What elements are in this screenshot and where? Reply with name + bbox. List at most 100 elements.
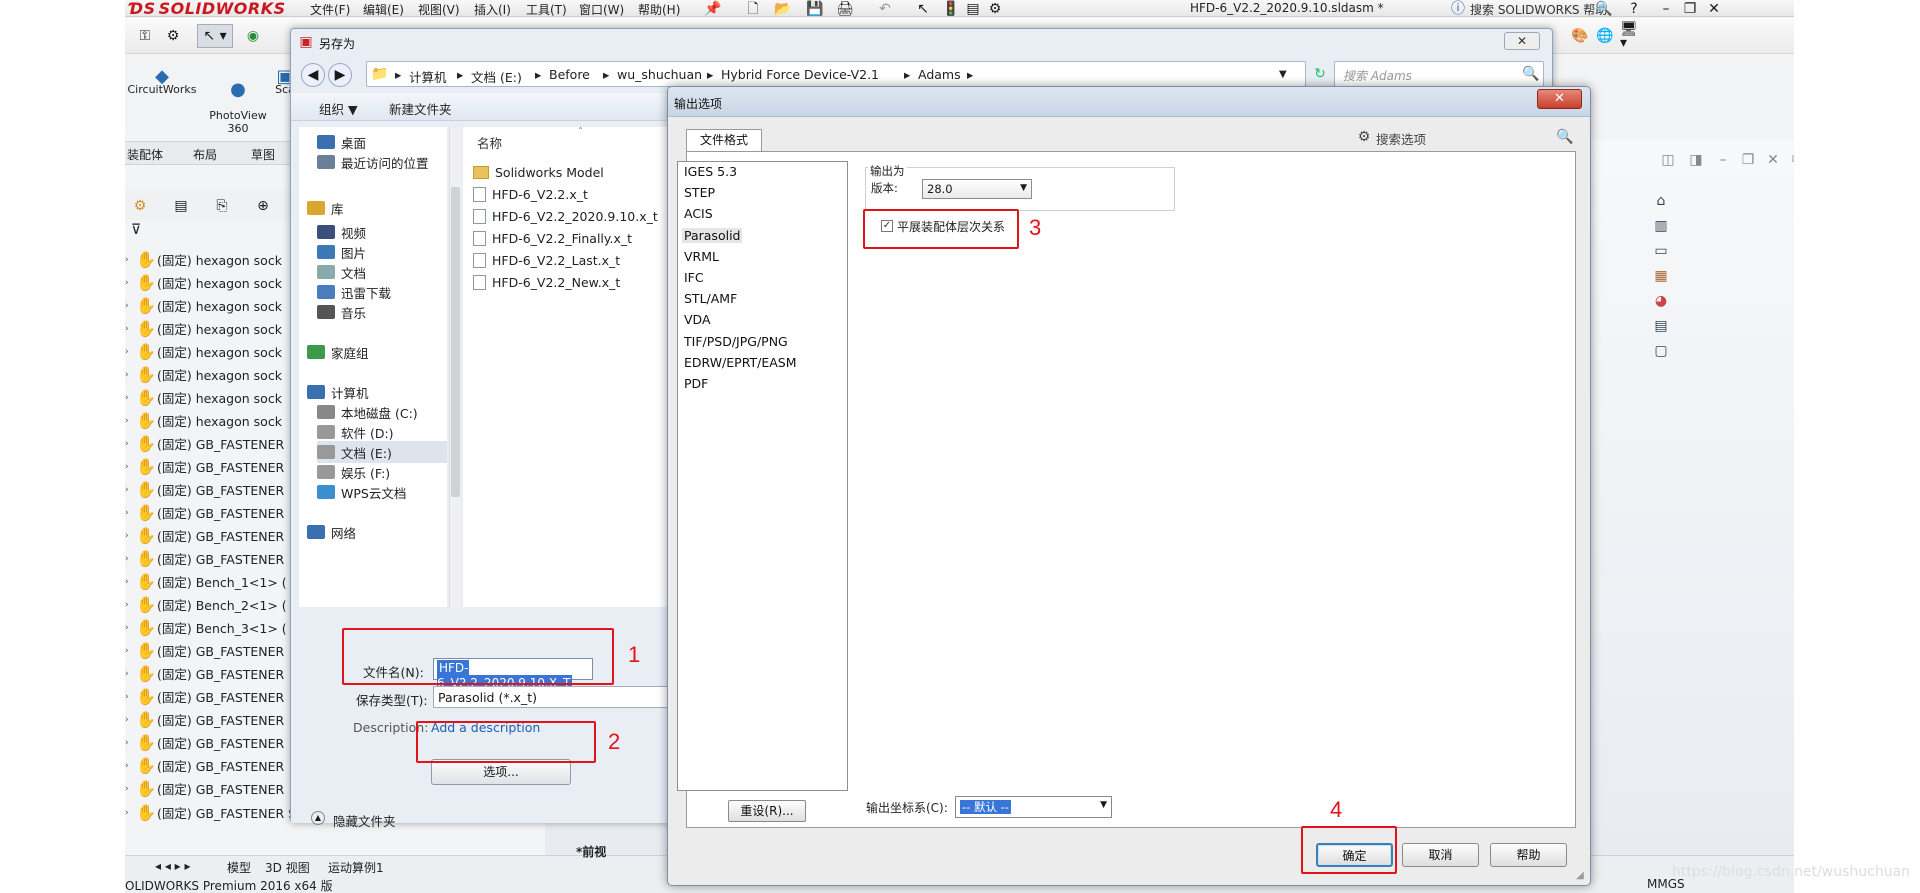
tree-item[interactable]: › ✋ (固定) GB_FASTENER	[125, 731, 295, 754]
appearances-icon[interactable]: ◕	[1650, 290, 1672, 312]
breadcrumb-computer[interactable]: 计算机	[409, 67, 447, 86]
expand-arrow-icon[interactable]: ›	[125, 416, 135, 426]
tree-item[interactable]: › ✋ (固定) GB_FASTENER	[125, 478, 295, 501]
tab-model[interactable]: 模型	[227, 859, 251, 876]
expand-arrow-icon[interactable]: ›	[125, 808, 135, 818]
expand-arrow-icon[interactable]: ›	[125, 715, 135, 725]
tree-item[interactable]: › ✋ (固定) GB_FASTENER	[125, 777, 295, 800]
expand-arrow-icon[interactable]: ›	[125, 646, 135, 656]
format-item[interactable]: ACIS	[684, 206, 713, 221]
expand-arrow-icon[interactable]: ›	[125, 324, 135, 334]
custom-properties-icon[interactable]: ▤	[1650, 315, 1672, 337]
tree-item[interactable]: › ✋ (固定) Bench_3<1> (	[125, 616, 295, 639]
search-options[interactable]: ⚙ 搜索选项 🔍	[1356, 127, 1576, 149]
close-button[interactable]: ✕	[1537, 89, 1582, 109]
view-palette-icon[interactable]: ▦	[1650, 265, 1672, 287]
expand-arrow-icon[interactable]: ›	[125, 761, 135, 771]
nav-item[interactable]: 桌面	[317, 131, 366, 153]
tree-item[interactable]: › ✋ (固定) GB_FASTENER	[125, 547, 295, 570]
expand-arrow-icon[interactable]: ›	[125, 347, 135, 357]
format-item[interactable]: STL/AMF	[684, 291, 737, 306]
restore-doc-icon[interactable]: ❐	[1740, 152, 1756, 168]
nav-item[interactable]: 最近访问的位置	[317, 151, 429, 173]
tree-item[interactable]: › ✋ (固定) hexagon sock	[125, 340, 295, 363]
expand-arrow-icon[interactable]: ›	[125, 370, 135, 380]
nav-scroll-thumb[interactable]	[451, 187, 460, 497]
format-item[interactable]: STEP	[684, 185, 715, 200]
expand-arrow-icon[interactable]: ›	[125, 669, 135, 679]
file-list-item[interactable]: HFD-6_V2.2.x_t	[473, 183, 588, 205]
coord-system-select[interactable]: -- 默认 -- ▼	[955, 796, 1112, 818]
close-icon[interactable]: ✕	[1705, 0, 1723, 17]
expand-arrow-icon[interactable]: ›	[125, 738, 135, 748]
file-list-item[interactable]: HFD-6_V2.2_2020.9.10.x_t	[473, 205, 658, 227]
refresh-icon[interactable]: ↻	[1311, 63, 1329, 85]
minimize-doc-icon[interactable]: –	[1715, 152, 1731, 168]
tree-item[interactable]: › ✋ (固定) hexagon sock	[125, 363, 295, 386]
tree-item[interactable]: › ✋ (固定) GB_FASTENER	[125, 754, 295, 777]
design-library-icon[interactable]: ▥	[1650, 215, 1672, 237]
feature-tree-icon[interactable]: ⚙	[129, 196, 151, 216]
tree-item[interactable]: › ✋ (固定) GB_FASTENER	[125, 501, 295, 524]
expand-arrow-icon[interactable]: ›	[125, 301, 135, 311]
format-item[interactable]: TIF/PSD/JPG/PNG	[684, 334, 788, 349]
expand-arrow-icon[interactable]: ›	[125, 531, 135, 541]
nav-item[interactable]: 文档	[317, 261, 366, 283]
appearances-sphere-icon[interactable]: 🎨	[1570, 26, 1590, 46]
expand-arrow-icon[interactable]: ›	[125, 623, 135, 633]
tree-item[interactable]: › ✋ (固定) Bench_1<1> (	[125, 570, 295, 593]
scroll-arrows[interactable]: ◂ ◂ ▸ ▸	[155, 859, 191, 873]
smartmates-icon[interactable]: ⚿	[135, 26, 155, 46]
search-field[interactable]: 搜索 Adams 🔍	[1334, 61, 1544, 87]
tree-item[interactable]: › ✋ (固定) hexagon sock	[125, 317, 295, 340]
scene-icon[interactable]: 🌐	[1595, 26, 1615, 46]
property-manager-icon[interactable]: ▤	[170, 196, 192, 216]
help-icon[interactable]: ?	[1625, 0, 1643, 17]
save-icon[interactable]: 💾	[806, 1, 823, 17]
forward-arrow-icon[interactable]: ▶	[328, 63, 352, 87]
back-arrow-icon[interactable]: ◀	[301, 63, 325, 87]
rebuild-icon[interactable]: 🚦	[942, 1, 959, 17]
expand-arrow-icon[interactable]: ›	[125, 692, 135, 702]
close-doc-icon[interactable]: ✕	[1765, 152, 1781, 168]
options-gear-icon[interactable]: ⚙	[987, 1, 1003, 17]
new-folder-button[interactable]: 新建文件夹	[389, 99, 452, 118]
expand-arrow-icon[interactable]: ›	[125, 462, 135, 472]
search-icon[interactable]: 🔍	[1595, 0, 1613, 17]
tree-item[interactable]: › ✋ (固定) hexagon sock	[125, 248, 295, 271]
close-button[interactable]: ✕	[1504, 32, 1540, 50]
nav-item[interactable]: WPS云文档	[317, 481, 406, 503]
assembly-icon[interactable]: ⚙	[163, 26, 183, 46]
menu-help[interactable]: 帮助(H)	[638, 1, 680, 18]
pin-icon[interactable]: 📌	[704, 1, 721, 17]
forum-icon[interactable]: ▢	[1650, 340, 1672, 362]
tree-item[interactable]: › ✋ (固定) GB_FASTENER	[125, 708, 295, 731]
tab-sketch[interactable]: 草图	[251, 146, 275, 163]
format-item[interactable]: IFC	[684, 270, 704, 285]
menu-tools[interactable]: 工具(T)	[526, 1, 567, 18]
addin-photoview[interactable]: ● PhotoView 360	[203, 70, 273, 148]
expand-arrow-icon[interactable]: ›	[125, 278, 135, 288]
nav-item[interactable]: 网络	[307, 521, 356, 543]
breadcrumb-before[interactable]: Before	[549, 67, 590, 82]
addin-circuitworks[interactable]: ◆ CircuitWorks	[127, 68, 197, 97]
nav-item[interactable]: 库	[307, 197, 344, 219]
format-item[interactable]: PDF	[684, 376, 708, 391]
tree-item[interactable]: › ✋ (固定) GB_FASTENER	[125, 524, 295, 547]
reset-button[interactable]: 重设(R)...	[728, 800, 806, 822]
expand-arrow-icon[interactable]: ›	[125, 577, 135, 587]
nav-item[interactable]: 娱乐 (F:)	[317, 461, 390, 483]
format-item[interactable]: Parasolid	[682, 227, 743, 243]
home-icon[interactable]: ⌂	[1650, 190, 1672, 212]
format-item[interactable]: VDA	[684, 312, 711, 327]
file-list-item[interactable]: HFD-6_V2.2_Last.x_t	[473, 249, 620, 271]
nav-item[interactable]: 软件 (D:)	[317, 421, 394, 443]
select-icon[interactable]: ↖	[915, 1, 931, 17]
format-item[interactable]: VRML	[684, 249, 719, 264]
format-item[interactable]: IGES 5.3	[684, 164, 737, 179]
select-tool-icon[interactable]: ↖ ▾	[197, 24, 233, 48]
address-dropdown-icon[interactable]: ▼	[1279, 69, 1287, 80]
resize-grip-icon[interactable]: ◢	[1574, 870, 1586, 882]
tree-item[interactable]: › ✋ (固定) GB_FASTENER	[125, 432, 295, 455]
open-icon[interactable]: 📂	[774, 1, 791, 17]
